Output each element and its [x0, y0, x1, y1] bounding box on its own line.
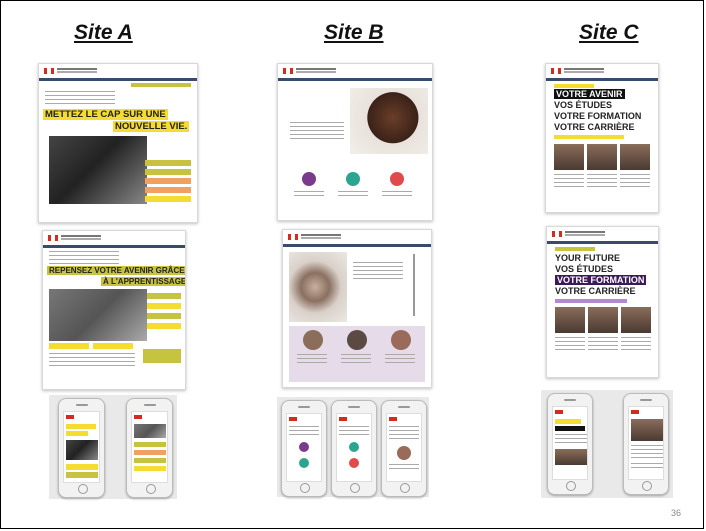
site-a-phone-1 [58, 398, 105, 498]
site-c-line-7: VOTRE FORMATION [555, 275, 647, 285]
site-a-page-2: REPENSEZ VOTRE AVENIR GRÂCE À L'APPRENTI… [42, 230, 186, 390]
site-b-phone-1 [281, 400, 327, 497]
canada-flag-icon [288, 234, 298, 240]
circle-icon [302, 172, 316, 186]
site-c-title: Site C [579, 21, 639, 44]
site-a-photo-2 [49, 289, 147, 341]
canada-flag-icon [44, 68, 54, 74]
site-b-page-1 [277, 63, 433, 221]
site-c-page-1: VOTRE AVENIR VOS ÉTUDES VOTRE FORMATION … [545, 63, 659, 213]
site-b-title: Site B [324, 21, 384, 44]
thumbnail [620, 144, 650, 170]
avatar [391, 330, 411, 350]
site-c-line-1: VOTRE AVENIR [554, 89, 625, 99]
circle-icon [346, 172, 360, 186]
site-c-page-2: YOUR FUTURE VOS ÉTUDES VOTRE FORMATION V… [546, 226, 659, 378]
site-c-line-2: VOS ÉTUDES [554, 100, 613, 110]
site-b-portrait-2 [289, 252, 347, 322]
site-a-headline-4: À L'APPRENTISSAGE [101, 277, 185, 286]
site-c-phone-1 [547, 393, 593, 495]
slide: Site A Site B Site C METTEZ LE CAP SUR U… [0, 0, 704, 529]
site-a-phone-2 [126, 398, 173, 498]
canada-flag-icon [552, 231, 562, 237]
site-b-portrait [350, 88, 428, 154]
site-a-headline-3: REPENSEZ VOTRE AVENIR GRÂCE [47, 266, 185, 275]
thumbnail [555, 307, 585, 333]
avatar [347, 330, 367, 350]
avatar [303, 330, 323, 350]
site-c-line-5: YOUR FUTURE [555, 253, 620, 263]
thumbnail [588, 307, 618, 333]
canada-flag-icon [283, 68, 293, 74]
site-c-phone-2 [623, 393, 669, 495]
site-c-line-4: VOTRE CARRIÈRE [554, 122, 635, 132]
thumbnail [621, 307, 651, 333]
site-a-headline-1: METTEZ LE CAP SUR UNE [43, 109, 168, 120]
thumbnail [554, 144, 584, 170]
site-a-headline-2: NOUVELLE VIE. [113, 121, 190, 132]
site-b-phone-3 [381, 400, 427, 497]
thumbnail [587, 144, 617, 170]
site-c-line-8: VOTRE CARRIÈRE [555, 286, 636, 296]
site-a-page-1: METTEZ LE CAP SUR UNE NOUVELLE VIE. [38, 63, 198, 223]
site-c-line-6: VOS ÉTUDES [555, 264, 614, 274]
page-number: 36 [670, 508, 681, 518]
site-a-title: Site A [74, 21, 133, 44]
site-b-phone-2 [331, 400, 377, 497]
canada-flag-icon [48, 235, 58, 241]
site-c-line-3: VOTRE FORMATION [554, 111, 642, 121]
site-a-photo [49, 136, 147, 204]
canada-flag-icon [551, 68, 561, 74]
circle-icon [390, 172, 404, 186]
site-b-page-2 [282, 229, 432, 388]
